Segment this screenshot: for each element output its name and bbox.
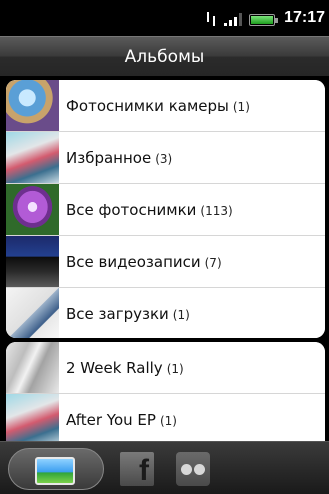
album-row-downloads[interactable]: Все загрузки (1) <box>6 288 325 338</box>
album-label: Избранное (3) <box>66 149 173 167</box>
album-label: Все видеозаписи (7) <box>66 253 222 271</box>
tab-flickr[interactable] <box>176 452 210 486</box>
album-row-all-videos[interactable]: Все видеозаписи (7) <box>6 236 325 288</box>
album-row-favorites[interactable]: Избранное (3) <box>6 132 325 184</box>
favorites-thumbnail <box>6 132 59 183</box>
album-label: After You EP (1) <box>66 411 177 429</box>
album-art-thumbnail <box>6 394 59 441</box>
album-row-after-you-ep[interactable]: After You EP (1) <box>6 394 325 441</box>
facebook-icon: f <box>120 452 154 487</box>
album-label: Все фотоснимки (113) <box>66 201 233 219</box>
status-icons <box>205 12 278 26</box>
page-title: Альбомы <box>0 36 329 76</box>
downloads-thumbnail <box>6 288 59 338</box>
gallery-icon <box>35 457 75 485</box>
album-label: 2 Week Rally (1) <box>66 359 184 377</box>
album-label: Все загрузки (1) <box>66 305 190 323</box>
tab-facebook[interactable]: f <box>120 452 154 487</box>
status-time: 17:17 <box>284 9 325 26</box>
bottom-tab-bar: f <box>0 441 329 494</box>
sync-icon <box>205 12 217 26</box>
signal-icon <box>224 13 242 26</box>
all-videos-thumbnail <box>6 236 59 287</box>
album-group-other: 2 Week Rally (1) After You EP (1) <box>6 342 325 441</box>
camera-photo-thumbnail <box>6 80 59 131</box>
album-list: Фотоснимки камеры (1) Избранное (3) Все фо… <box>0 76 329 441</box>
album-row-2-week-rally[interactable]: 2 Week Rally (1) <box>6 342 325 394</box>
flickr-icon <box>176 452 210 486</box>
album-group-main: Фотоснимки камеры (1) Избранное (3) Все фо… <box>6 80 325 338</box>
album-row-camera[interactable]: Фотоснимки камеры (1) <box>6 80 325 132</box>
all-photos-thumbnail <box>6 184 59 235</box>
album-art-thumbnail <box>6 342 59 393</box>
battery-icon <box>249 14 278 26</box>
tab-albums[interactable] <box>8 448 104 490</box>
album-label: Фотоснимки камеры (1) <box>66 97 250 115</box>
status-bar: 17:17 <box>0 0 329 36</box>
album-row-all-photos[interactable]: Все фотоснимки (113) <box>6 184 325 236</box>
